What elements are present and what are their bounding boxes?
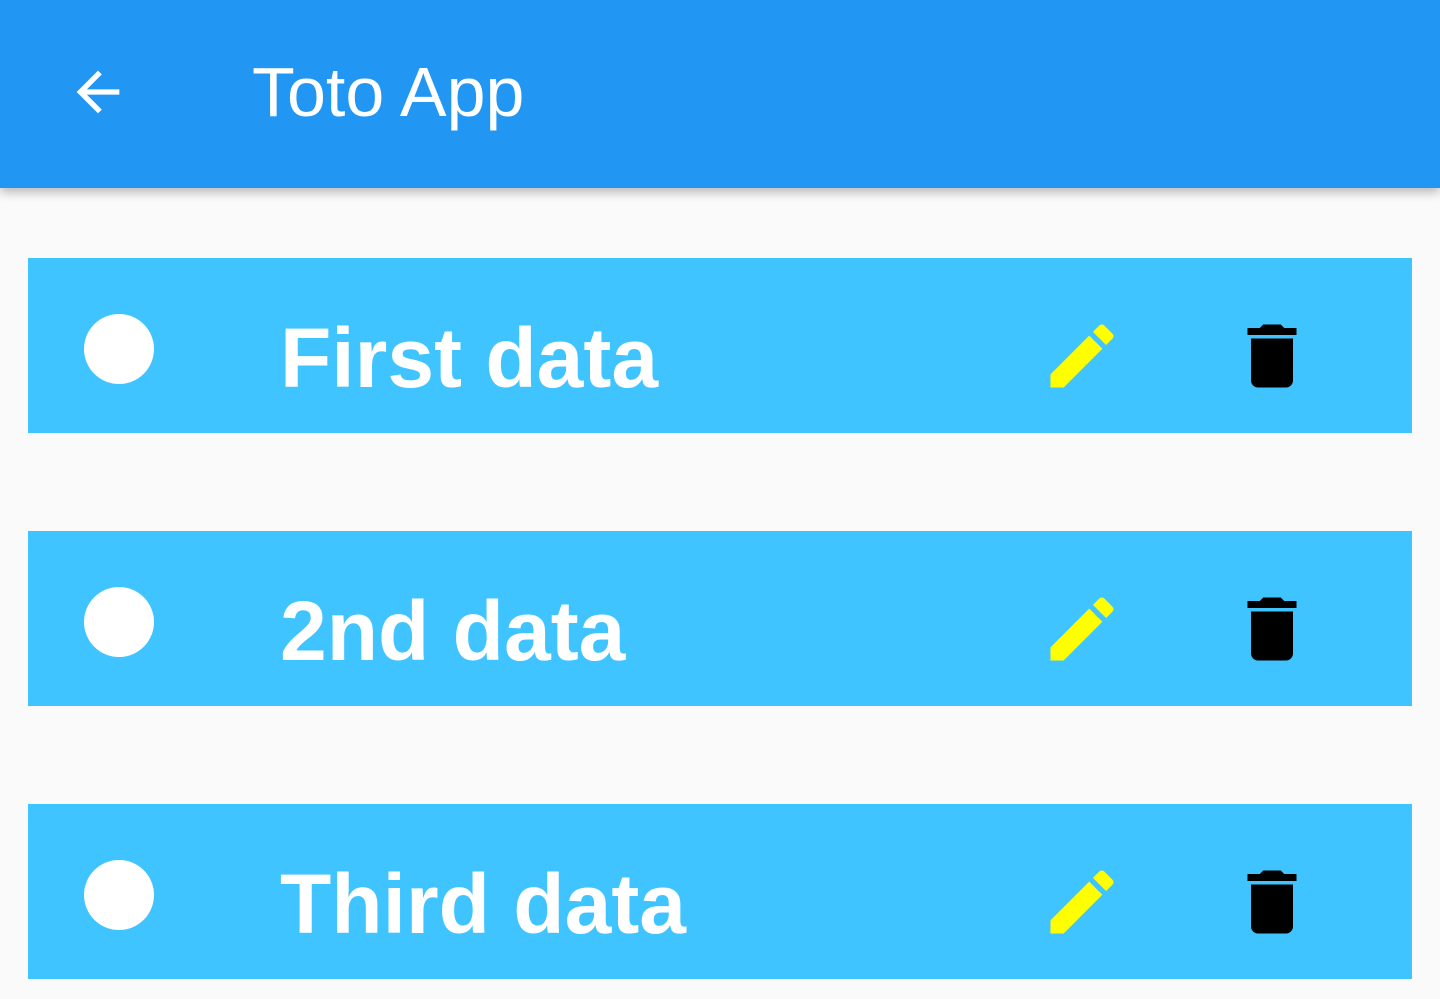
todo-item: 2nd data	[28, 531, 1412, 706]
trash-icon	[1247, 597, 1297, 661]
circle-icon[interactable]	[84, 587, 154, 657]
todo-list: First data 2nd data Third data	[28, 258, 1412, 979]
edit-button[interactable]	[1040, 860, 1124, 944]
edit-button[interactable]	[1040, 587, 1124, 671]
todo-item: First data	[28, 258, 1412, 433]
delete-button[interactable]	[1230, 860, 1314, 944]
todo-text: Third data	[280, 857, 687, 951]
circle-icon[interactable]	[84, 860, 154, 930]
todo-text: 2nd data	[280, 584, 626, 678]
edit-button[interactable]	[1040, 314, 1124, 398]
back-button[interactable]	[56, 50, 140, 134]
app-bar: Toto App	[0, 0, 1440, 188]
app-title: Toto App	[252, 53, 525, 131]
circle-icon[interactable]	[84, 314, 154, 384]
pencil-icon	[1050, 324, 1114, 388]
trash-icon	[1247, 324, 1297, 388]
arrow-back-icon	[76, 70, 120, 114]
pencil-icon	[1050, 597, 1114, 661]
todo-item: Third data	[28, 804, 1412, 979]
todo-text: First data	[280, 311, 659, 405]
delete-button[interactable]	[1230, 314, 1314, 398]
trash-icon	[1247, 870, 1297, 934]
delete-button[interactable]	[1230, 587, 1314, 671]
pencil-icon	[1050, 870, 1114, 934]
